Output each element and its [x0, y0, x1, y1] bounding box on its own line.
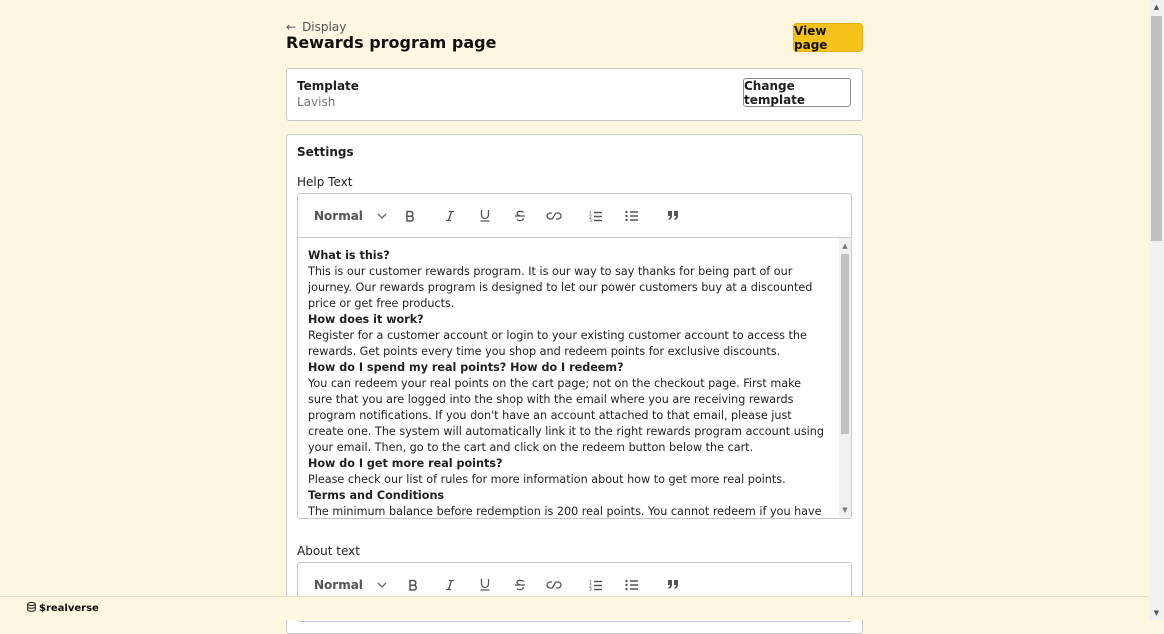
help-question: Terms and Conditions [308, 489, 445, 502]
about-text-label: About text [297, 544, 360, 558]
template-card: Template Lavish Change template [286, 68, 863, 121]
bullet-list-icon[interactable] [623, 194, 641, 237]
scroll-down-arrow-icon[interactable]: ▼ [839, 504, 851, 516]
page-scrollbar[interactable]: ▲ ▼ [1149, 0, 1164, 620]
settings-title: Settings [297, 145, 354, 159]
help-answer: Register for a customer account or login… [308, 329, 807, 358]
chevron-down-icon [377, 213, 387, 219]
svg-text:3: 3 [589, 218, 592, 222]
back-link-display[interactable]: ← Display [286, 20, 346, 34]
link-icon[interactable] [545, 194, 563, 237]
help-text-body: What is this? This is our customer rewar… [308, 248, 828, 518]
page-title: Rewards program page [286, 33, 497, 52]
editor-scrollbar[interactable]: ▲ ▼ [839, 238, 851, 518]
help-answer: Please check our list of rules for more … [308, 473, 786, 486]
database-icon [27, 602, 36, 615]
view-page-button[interactable]: View page [793, 23, 863, 52]
editor-scroll-thumb[interactable] [841, 254, 849, 434]
help-question: How do I spend my real points? How do I … [308, 361, 624, 374]
chevron-down-icon [377, 582, 387, 588]
template-label: Template [297, 79, 359, 93]
scroll-up-arrow-icon[interactable]: ▲ [839, 240, 851, 252]
text-style-select[interactable]: Normal [314, 194, 387, 237]
text-style-value: Normal [314, 577, 363, 592]
scroll-up-arrow-icon[interactable]: ▲ [1149, 0, 1164, 14]
footer-bar: $realverse [0, 596, 1149, 620]
help-answer: This is our customer rewards program. It… [308, 265, 813, 310]
arrow-left-icon: ← [286, 20, 297, 34]
help-answer: The minimum balance before redemption is… [308, 505, 822, 518]
strikethrough-icon[interactable] [511, 194, 529, 237]
italic-icon[interactable] [441, 194, 459, 237]
back-link-label: Display [302, 20, 347, 34]
page: ← Display Rewards program page View page… [0, 0, 1149, 634]
help-question: What is this? [308, 249, 390, 262]
footer-brand: $realverse [39, 603, 99, 614]
underline-icon[interactable] [476, 194, 494, 237]
change-template-button[interactable]: Change template [743, 78, 851, 107]
help-question: How do I get more real points? [308, 457, 503, 470]
help-text-content[interactable]: What is this? This is our customer rewar… [298, 238, 851, 518]
template-value: Lavish [297, 95, 336, 109]
ordered-list-icon[interactable]: 123 [587, 194, 605, 237]
scroll-down-arrow-icon[interactable]: ▼ [1149, 606, 1164, 620]
help-text-editor: Normal 1 2 3 What is this? This is our c… [297, 193, 852, 519]
help-text-toolbar: Normal 1 2 3 [298, 194, 851, 238]
bold-icon[interactable] [404, 194, 416, 237]
text-style-value: Normal [314, 208, 363, 223]
help-answer: You can redeem your real points on the c… [308, 377, 824, 454]
settings-card: Settings Help Text Normal 1 2 3 What is … [286, 134, 863, 634]
help-text-label: Help Text [297, 175, 353, 189]
blockquote-icon[interactable] [664, 194, 682, 237]
help-question: How does it work? [308, 313, 424, 326]
svg-text:3: 3 [589, 587, 592, 591]
page-scroll-thumb[interactable] [1151, 16, 1162, 241]
